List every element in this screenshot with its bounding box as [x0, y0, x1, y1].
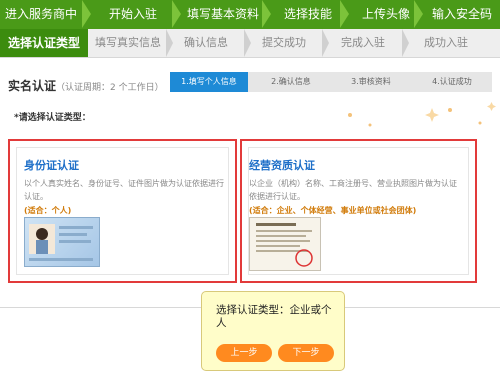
select-type-hint: *请选择认证类型：	[14, 113, 91, 123]
page-title: 实名认证（认证周期：2 个工作日）	[8, 77, 164, 94]
title-text: 实名认证	[8, 79, 57, 93]
business-license-sample-image	[249, 217, 321, 271]
tab-fill-info[interactable]: 填写真实信息	[88, 29, 168, 57]
arrow-separator	[172, 0, 181, 28]
progress-steps: 1.填写个人信息 2.确认信息 3.审核资料 4.认证成功	[170, 72, 492, 92]
decoration-sparkle-icon	[348, 102, 496, 127]
arrow-separator	[414, 0, 423, 28]
business-auth-title: 经营资质认证	[249, 159, 315, 172]
top-step-2: 开始入驻	[108, 7, 157, 21]
top-step-6: 输入安全码	[431, 7, 492, 21]
auth-period: （认证周期：2 个工作日）	[56, 83, 164, 93]
top-step-bar: 进入服务商中心 开始入驻 填写基本资料 选择技能 上传头像 输入安全码	[0, 0, 500, 50]
business-auth-desc: 以企业（机构）名称、工商注册号、营业执照图片做为认证依据进行认证。	[249, 179, 457, 201]
tooltip-text: 选择认证类型：企业或个人	[216, 304, 332, 329]
prev-step-button[interactable]: 上一步	[216, 344, 272, 362]
arrow-separator	[262, 0, 271, 28]
tab-submit-success[interactable]: 提交成功	[248, 29, 320, 57]
hint-tooltip: 选择认证类型：企业或个人 上一步 下一步	[201, 291, 345, 371]
top-step-1: 进入服务商中心	[4, 7, 77, 50]
progress-step-4: 4.认证成功	[432, 77, 472, 86]
tab-confirm-info[interactable]: 确认信息	[170, 29, 242, 57]
tab-bar: 选择认证类型 填写真实信息 确认信息 提交成功 完成入驻 成功入驻	[0, 29, 500, 58]
id-card-auth-title: 身份证认证	[24, 159, 79, 172]
id-card-auth-desc: 以个人真实姓名、身份证号、证件图片做为认证依据进行认证。	[24, 179, 224, 201]
id-card-auth-fit: (适合：个人)	[24, 206, 72, 215]
arrow-separator	[82, 0, 91, 28]
business-auth-fit: (适合：企业、个体经营、事业单位或社会团体)	[249, 206, 417, 215]
top-step-4: 选择技能	[283, 7, 332, 21]
tab-complete[interactable]: 完成入驻	[326, 29, 400, 57]
top-step-5: 上传头像	[361, 7, 410, 21]
progress-step-3: 3.审核资料	[351, 77, 391, 86]
progress-step-1: 1.填写个人信息	[170, 72, 248, 92]
arrow-separator	[340, 0, 349, 28]
tab-success[interactable]: 成功入驻	[406, 29, 486, 57]
id-card-sample-image	[24, 217, 100, 267]
next-step-button[interactable]: 下一步	[278, 344, 334, 362]
progress-step-2: 2.确认信息	[271, 77, 311, 86]
top-step-3: 填写基本资料	[186, 7, 259, 21]
tab-select-auth-type[interactable]: 选择认证类型	[0, 29, 88, 57]
